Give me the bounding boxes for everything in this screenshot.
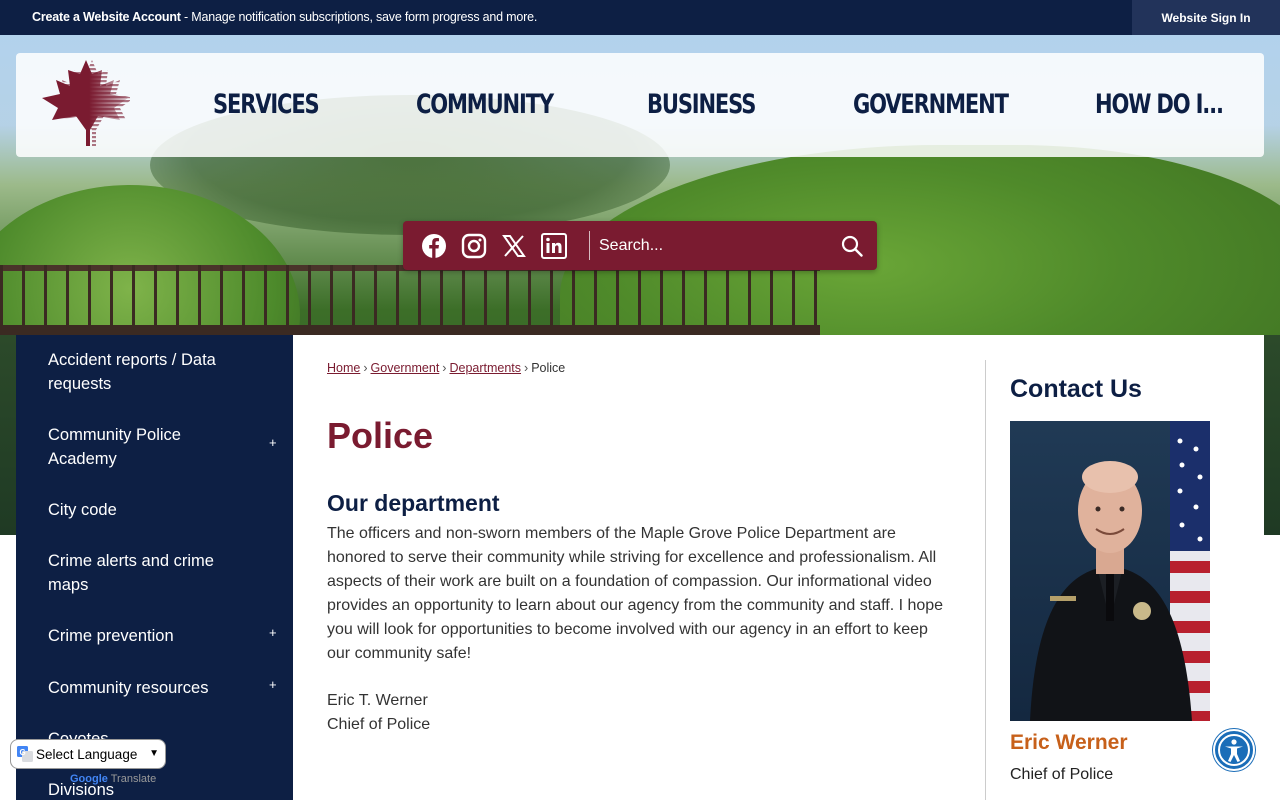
sidebar-nav: Accident reports / Data requests Communi… xyxy=(16,335,293,800)
breadcrumb: Home › Government › Departments › Police xyxy=(327,361,565,375)
contact-role: Chief of Police xyxy=(1010,766,1114,783)
breadcrumb-separator: › xyxy=(363,361,368,375)
signature-name: Eric T. Werner xyxy=(327,692,428,709)
portrait-illustration xyxy=(1030,421,1210,721)
nav-business[interactable]: BUSINESS xyxy=(647,89,756,120)
accessibility-icon xyxy=(1218,734,1250,766)
nav-community[interactable]: COMMUNITY xyxy=(416,89,554,120)
create-account-desc: - Manage notification subscriptions, sav… xyxy=(180,10,538,24)
sidebar-item-accident-reports[interactable]: Accident reports / Data requests xyxy=(48,348,248,396)
hero-bridge xyxy=(0,265,820,335)
accessibility-button[interactable] xyxy=(1213,729,1255,771)
breadcrumb-government[interactable]: Government xyxy=(371,361,440,375)
main-nav xyxy=(16,53,1264,157)
instagram-icon[interactable] xyxy=(461,233,487,259)
search-divider xyxy=(589,231,590,260)
search-input[interactable] xyxy=(599,231,829,260)
breadcrumb-separator: › xyxy=(524,361,529,375)
expand-toggle-icon[interactable]: + xyxy=(269,435,277,450)
create-account-link[interactable]: Create a Website Account - Manage notifi… xyxy=(32,10,537,24)
top-bar: Create a Website Account - Manage notifi… xyxy=(0,0,1280,35)
signature-role: Chief of Police xyxy=(327,716,431,733)
chief-portrait-photo xyxy=(1010,421,1210,721)
select-language-dropdown[interactable]: G Select Language ▼ xyxy=(10,739,166,769)
expand-toggle-icon[interactable]: + xyxy=(269,677,277,692)
linkedin-icon[interactable] xyxy=(541,233,567,259)
nav-government[interactable]: GOVERNMENT xyxy=(853,89,1009,120)
page-title: Police xyxy=(327,415,434,456)
sidebar-item-community-police-academy[interactable]: Community Police Academy xyxy=(48,423,248,471)
sidebar-item-crime-alerts[interactable]: Crime alerts and crime maps xyxy=(48,549,248,597)
chevron-down-icon: ▼ xyxy=(149,748,159,759)
svg-text:G: G xyxy=(20,748,26,757)
department-description: The officers and non-sworn members of th… xyxy=(327,525,944,662)
website-sign-in-button[interactable]: Website Sign In xyxy=(1132,0,1280,35)
breadcrumb-current: Police xyxy=(531,361,566,375)
maple-leaf-logo[interactable] xyxy=(40,60,130,148)
expand-toggle-icon[interactable]: + xyxy=(269,625,277,640)
nav-how-do-i[interactable]: HOW DO I... xyxy=(1095,89,1224,120)
sidebar-item-city-code[interactable]: City code xyxy=(48,498,248,522)
sidebar-item-community-resources[interactable]: Community resources xyxy=(48,676,248,700)
contact-name[interactable]: Eric Werner xyxy=(1010,731,1128,755)
nav-services[interactable]: SERVICES xyxy=(213,89,320,120)
breadcrumb-separator: › xyxy=(442,361,447,375)
powered-by-google: Google Translate xyxy=(70,773,156,785)
translate-text[interactable]: Translate xyxy=(111,773,156,785)
main-content: Home › Government › Departments › Police Polic… xyxy=(293,335,1264,800)
sidebar-item-crime-prevention[interactable]: Crime prevention xyxy=(48,624,248,648)
section-heading: Our department xyxy=(327,490,500,516)
x-icon[interactable] xyxy=(501,233,527,259)
column-divider xyxy=(985,360,986,800)
google-translate-icon: G xyxy=(17,746,33,762)
contact-heading: Contact Us xyxy=(1010,375,1142,403)
facebook-icon[interactable] xyxy=(421,233,447,259)
social-search-bar xyxy=(403,221,877,270)
signature-block: Eric T. Werner Chief of Police xyxy=(327,689,430,737)
search-icon[interactable] xyxy=(841,235,863,257)
select-language-label: Select Language xyxy=(36,746,138,762)
breadcrumb-home[interactable]: Home xyxy=(327,361,360,375)
google-text: Google xyxy=(70,773,108,785)
breadcrumb-departments[interactable]: Departments xyxy=(449,361,521,375)
create-account-title[interactable]: Create a Website Account xyxy=(32,10,181,24)
